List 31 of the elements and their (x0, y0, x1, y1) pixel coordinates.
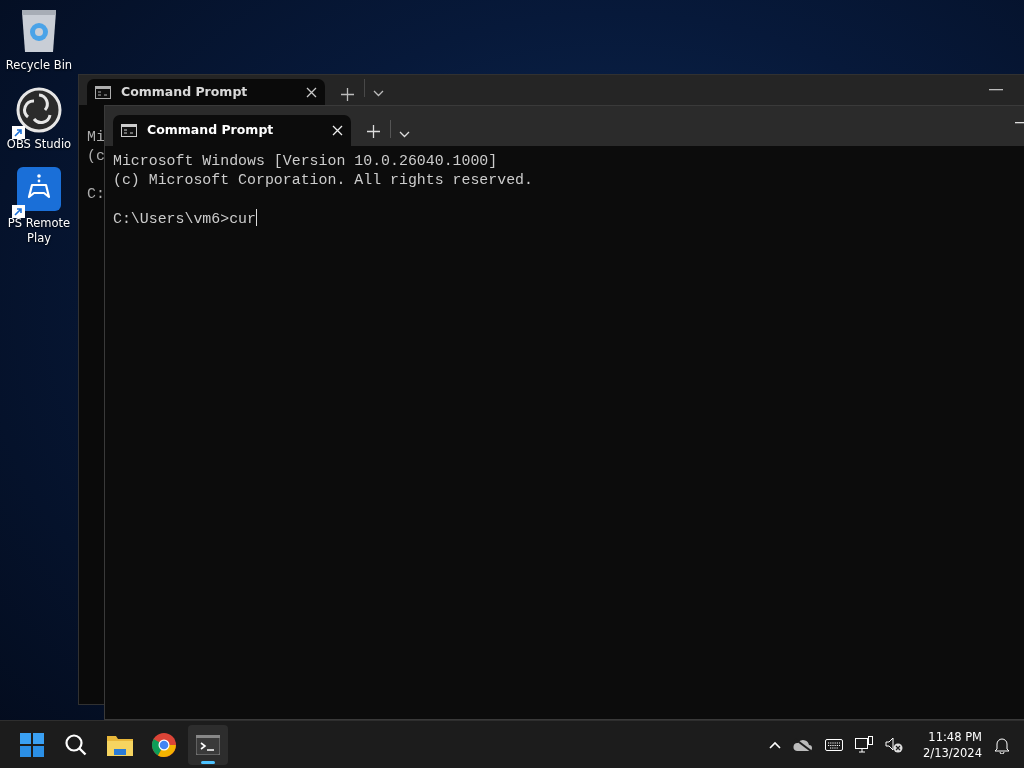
search-icon (64, 732, 88, 757)
close-button[interactable] (306, 86, 317, 98)
date-text: 2/13/2024 (923, 744, 982, 761)
tab-title: Command Prompt (147, 121, 275, 140)
dropdown-button[interactable] (373, 90, 384, 97)
terminal-text: Mi (87, 129, 105, 145)
tab-title: Command Prompt (121, 82, 249, 101)
window-tab[interactable]: Command Prompt (87, 79, 325, 105)
desktop-icon-label[interactable]: Recycle Bin (4, 58, 74, 73)
cmd-icon (121, 124, 137, 137)
windows-logo-icon (20, 732, 44, 757)
desktop-icon-label[interactable]: PS Remote Play (4, 216, 74, 246)
time-text: 11:48 PM (927, 728, 982, 745)
new-tab-button[interactable] (367, 125, 380, 138)
obs-icon (16, 87, 62, 133)
terminal-text: Microsoft Windows [Version 10.0.26040.1000] (113, 153, 498, 169)
minimize-button[interactable] (989, 89, 1003, 91)
terminal-icon[interactable] (188, 724, 228, 765)
clock[interactable]: 11:48 PM 2/13/2024 (917, 728, 988, 761)
new-tab-button[interactable] (341, 88, 354, 101)
terminal-text: (c (87, 148, 105, 164)
gamepad-icon (17, 167, 61, 211)
desktop-icon-label[interactable]: OBS Studio (4, 137, 74, 152)
terminal-text: (c) Microsoft Corporation. All rights reserved. (113, 172, 533, 188)
window-tab[interactable]: Command Prompt (113, 115, 351, 146)
cmd-icon (95, 85, 111, 99)
recycle-bin-icon (19, 8, 59, 54)
close-button[interactable] (332, 125, 343, 136)
terminal-text: C:\Users\vm6>cur (113, 211, 256, 227)
dropdown-button[interactable] (399, 131, 410, 138)
terminal-text: C: (87, 186, 105, 202)
